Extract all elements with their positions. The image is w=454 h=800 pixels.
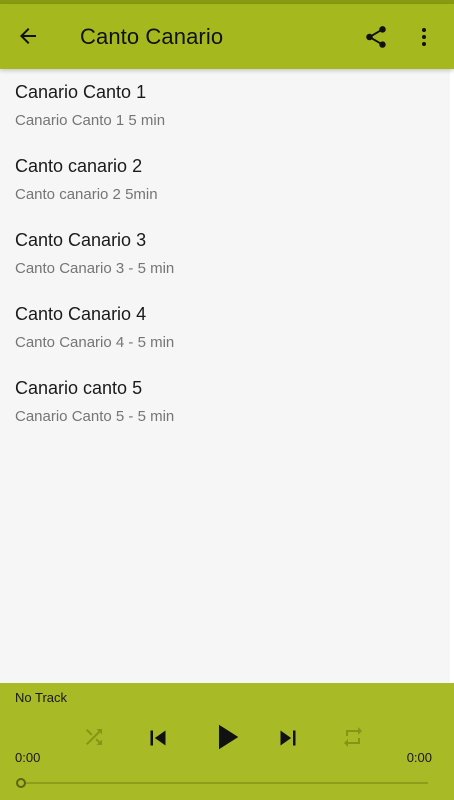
repeat-button[interactable]: [339, 723, 367, 751]
track-title: Canario Canto 1: [15, 82, 147, 102]
list-item[interactable]: Canario Canto 1 Canario Canto 1 5 min: [0, 69, 454, 143]
page-title: Canto Canario: [80, 24, 224, 49]
seek-track: [20, 782, 428, 784]
track-subtitle: Canto Canario 3 - 5 min: [15, 260, 175, 277]
list-item[interactable]: Canto canario 2 Canto canario 2 5min: [0, 143, 454, 217]
share-icon: [366, 26, 386, 48]
back-button[interactable]: [12, 20, 44, 52]
shuffle-icon: [86, 729, 102, 745]
seek-thumb[interactable]: [16, 778, 26, 788]
total-time: 0:00: [406, 750, 432, 765]
track-subtitle: Canto canario 2 5min: [15, 186, 158, 203]
play-icon: [219, 724, 239, 750]
track-subtitle: Canto Canario 4 - 5 min: [15, 334, 175, 351]
now-playing-label: No Track: [15, 690, 68, 705]
track-title: Canario canto 5: [15, 378, 143, 398]
previous-button[interactable]: [143, 723, 173, 753]
play-button[interactable]: [205, 716, 247, 758]
track-title: Canto Canario 3: [15, 230, 147, 250]
arrow-left-icon: [20, 28, 36, 44]
track-subtitle: Canario Canto 1 5 min: [15, 112, 166, 129]
repeat-icon: [344, 727, 362, 747]
track-title: Canto canario 2: [15, 156, 143, 176]
elapsed-time: 0:00: [15, 750, 41, 765]
list-item[interactable]: Canto Canario 3 Canto Canario 3 - 5 min: [0, 217, 454, 291]
app-bar: Canto Canario: [0, 4, 454, 69]
next-button[interactable]: [273, 723, 303, 753]
track-subtitle: Canario Canto 5 - 5 min: [15, 408, 175, 425]
shuffle-button[interactable]: [80, 723, 108, 751]
skip-previous-icon: [150, 730, 166, 746]
seek-bar[interactable]: [16, 777, 428, 789]
track-list: Canario Canto 1 Canario Canto 1 5 min Ca…: [0, 69, 454, 439]
list-item[interactable]: Canto Canario 4 Canto Canario 4 - 5 min: [0, 291, 454, 365]
player-bar: No Track 0:00 0:00: [0, 683, 454, 800]
more-vertical-icon: [422, 28, 426, 46]
more-options-button[interactable]: [412, 22, 436, 52]
skip-next-icon: [280, 730, 296, 746]
share-button[interactable]: [361, 22, 391, 52]
list-item[interactable]: Canario canto 5 Canario Canto 5 - 5 min: [0, 365, 454, 439]
track-title: Canto Canario 4: [15, 304, 147, 324]
